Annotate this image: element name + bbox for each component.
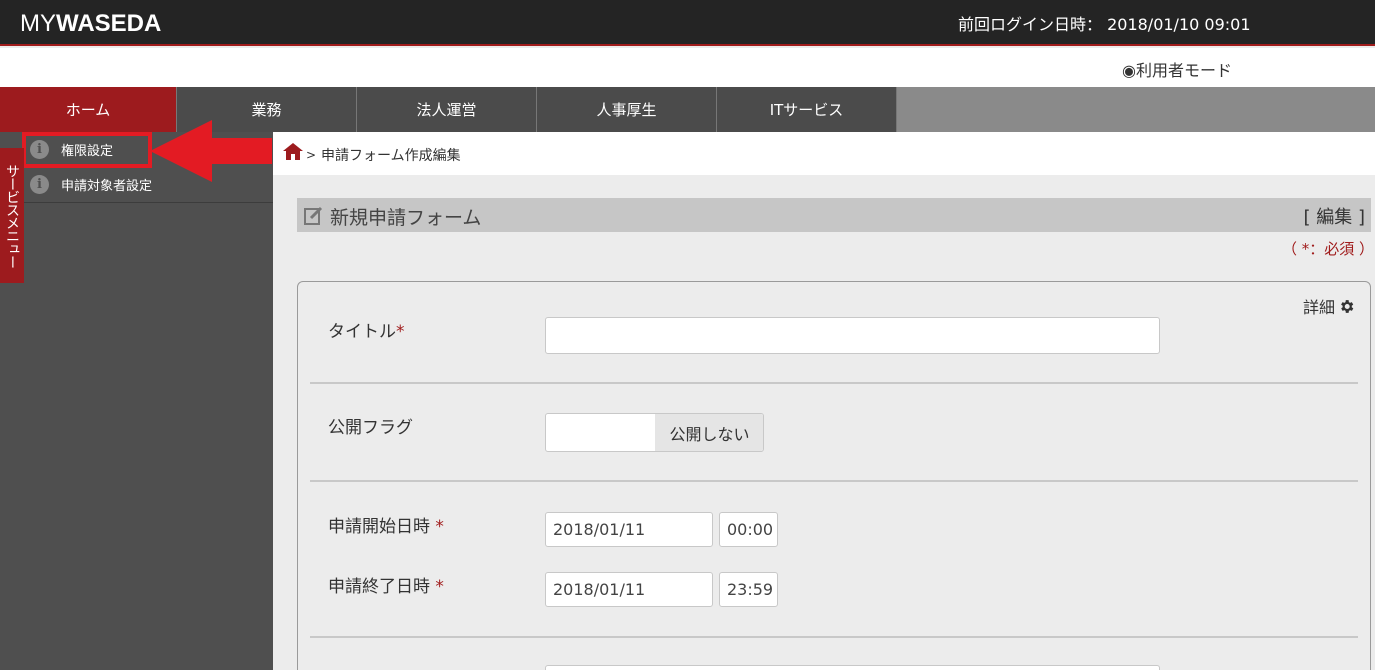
- page-title: 新規申請フォーム: [330, 207, 482, 229]
- required-mark: *: [435, 577, 444, 597]
- nav-tab-corporate[interactable]: 法人運営: [357, 87, 537, 132]
- user-mode-toggle[interactable]: ◉利用者モード: [1122, 57, 1232, 81]
- divider: [310, 636, 1358, 638]
- sidebar-item-permissions[interactable]: i 権限設定: [22, 132, 152, 168]
- breadcrumb-separator: >: [306, 148, 317, 162]
- breadcrumb: > 申請フォーム作成編集: [273, 132, 1375, 175]
- publish-flag-label: 公開フラグ: [328, 418, 413, 438]
- end-label-text: 申請終了日時: [328, 577, 430, 597]
- sidebar: [0, 132, 273, 670]
- gear-icon: [1341, 299, 1354, 313]
- next-field-input[interactable]: [545, 665, 1160, 670]
- service-menu-tab[interactable]: サービスメニュー: [0, 148, 24, 283]
- breadcrumb-current: 申請フォーム作成編集: [321, 148, 461, 164]
- logo-text-my: MY: [20, 10, 56, 37]
- end-date-input[interactable]: 2018/01/11: [545, 572, 713, 607]
- publish-flag-toggle[interactable]: 公開しない: [545, 413, 764, 452]
- mywaseda-logo[interactable]: MYWASEDA: [20, 10, 161, 38]
- required-mark: *: [396, 322, 405, 342]
- mode-bar: ◉利用者モード: [0, 48, 1375, 87]
- start-datetime-label: 申請開始日時 *: [328, 512, 444, 537]
- end-time-input[interactable]: 23:59: [719, 572, 778, 607]
- nav-tab-hr[interactable]: 人事厚生: [537, 87, 717, 132]
- sidebar-item-label: 権限設定: [61, 144, 114, 159]
- home-icon[interactable]: [283, 143, 303, 160]
- end-datetime-label: 申請終了日時 *: [328, 572, 444, 597]
- detail-label: 詳細: [1303, 298, 1336, 317]
- required-mark: *: [435, 517, 444, 537]
- start-date-input[interactable]: 2018/01/11: [545, 512, 713, 547]
- detail-settings-button[interactable]: 詳細: [1303, 294, 1355, 318]
- annotation-arrow-icon: [150, 120, 272, 182]
- sidebar-item-label: 申請対象者設定: [61, 179, 153, 194]
- title-input[interactable]: [545, 317, 1160, 354]
- start-label-text: 申請開始日時: [328, 517, 430, 537]
- nav-tab-it-service[interactable]: ITサービス: [717, 87, 897, 132]
- start-time-input[interactable]: 00:00: [719, 512, 778, 547]
- edit-icon: [304, 206, 323, 225]
- last-login-info: 前回ログイン日時： 2018/01/10 09:01: [958, 15, 1251, 34]
- title-label-text: タイトル: [328, 322, 396, 342]
- divider: [310, 382, 1358, 384]
- info-icon: i: [30, 140, 49, 159]
- publish-flag-off-option[interactable]: 公開しない: [655, 414, 763, 451]
- logo-text-brand: WASEDA: [56, 10, 162, 37]
- required-note: （ *：必須 ）: [1282, 240, 1375, 258]
- divider: [310, 480, 1358, 482]
- title-label: タイトル*: [328, 317, 405, 342]
- section-header: 新規申請フォーム [ 編集 ]: [297, 198, 1371, 232]
- top-header: MYWASEDA 前回ログイン日時： 2018/01/10 09:01: [0, 0, 1375, 46]
- info-icon: i: [30, 175, 49, 194]
- edit-link[interactable]: [ 編集 ]: [1304, 203, 1366, 229]
